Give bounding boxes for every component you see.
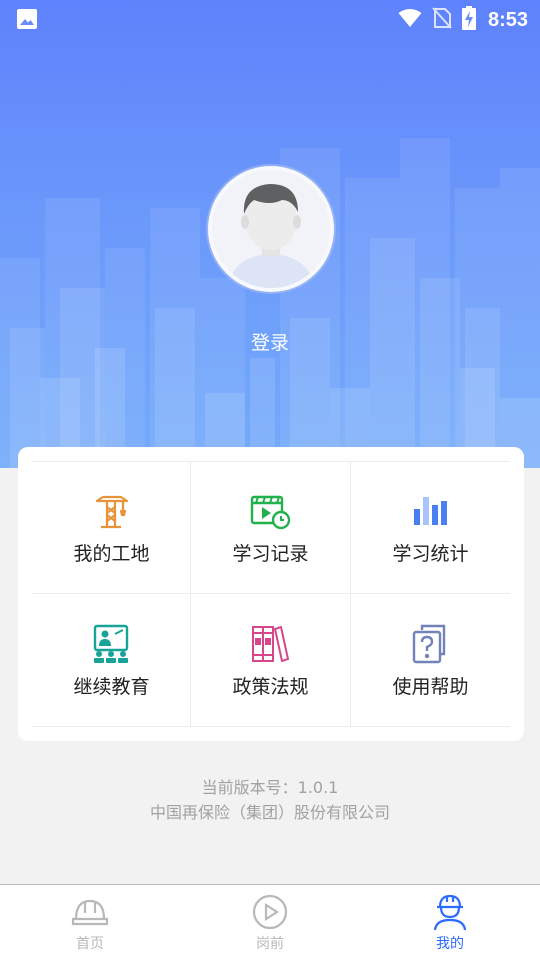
battery-charging-icon [461, 6, 476, 34]
worker-profile-icon [431, 893, 469, 931]
tab-label: 首页 [76, 936, 104, 952]
status-bar: 8:53 [0, 0, 540, 38]
tab-mine[interactable]: 我的 [360, 885, 540, 960]
feature-grid: 我的工地 学习记录 学习统计 继续教育 政策法规 使用帮助 [32, 461, 510, 727]
no-sim-icon [432, 7, 452, 33]
hardhat-icon [71, 893, 109, 931]
tab-label: 岗前 [256, 936, 284, 952]
tab-label: 我的 [436, 936, 464, 952]
login-link[interactable]: 登录 [0, 328, 540, 355]
company-text: 中国再保险（集团）股份有限公司 [149, 803, 390, 822]
menu-label: 学习统计 [392, 543, 469, 565]
clock-time: 8:53 [487, 8, 528, 31]
classroom-icon [91, 624, 131, 664]
video-clock-icon [250, 491, 291, 531]
menu-item-help[interactable]: 使用帮助 [351, 594, 510, 727]
menu-label: 继续教育 [73, 676, 150, 698]
bottom-tab-bar: 首页 岗前 我的 [0, 884, 540, 960]
bar-chart-icon [410, 491, 450, 531]
tab-home[interactable]: 首页 [0, 885, 180, 960]
help-doc-icon [410, 624, 450, 664]
profile-header: 8:53 登录 [0, 0, 540, 468]
law-books-icon [250, 624, 290, 664]
menu-label: 我的工地 [73, 543, 150, 565]
menu-item-policy-regulations[interactable]: 政策法规 [191, 594, 350, 727]
menu-label: 政策法规 [232, 676, 309, 698]
image-icon [16, 8, 38, 34]
version-text: 当前版本号：1.0.1 [201, 778, 339, 797]
menu-item-study-records[interactable]: 学习记录 [191, 461, 350, 594]
menu-label: 使用帮助 [392, 676, 469, 698]
menu-item-study-stats[interactable]: 学习统计 [351, 461, 510, 594]
menu-item-my-site[interactable]: 我的工地 [32, 461, 191, 594]
wifi-icon [398, 8, 422, 32]
feature-menu-card: 我的工地 学习记录 学习统计 继续教育 政策法规 使用帮助 [18, 447, 524, 741]
app-version-info: 当前版本号：1.0.1 中国再保险（集团）股份有限公司 [0, 775, 540, 825]
menu-label: 学习记录 [232, 543, 309, 565]
tab-pre-job[interactable]: 岗前 [180, 885, 360, 960]
default-avatar-icon[interactable] [208, 166, 334, 292]
menu-item-continuing-education[interactable]: 继续教育 [32, 594, 191, 727]
play-circle-icon [251, 893, 289, 931]
crane-icon [91, 491, 131, 531]
